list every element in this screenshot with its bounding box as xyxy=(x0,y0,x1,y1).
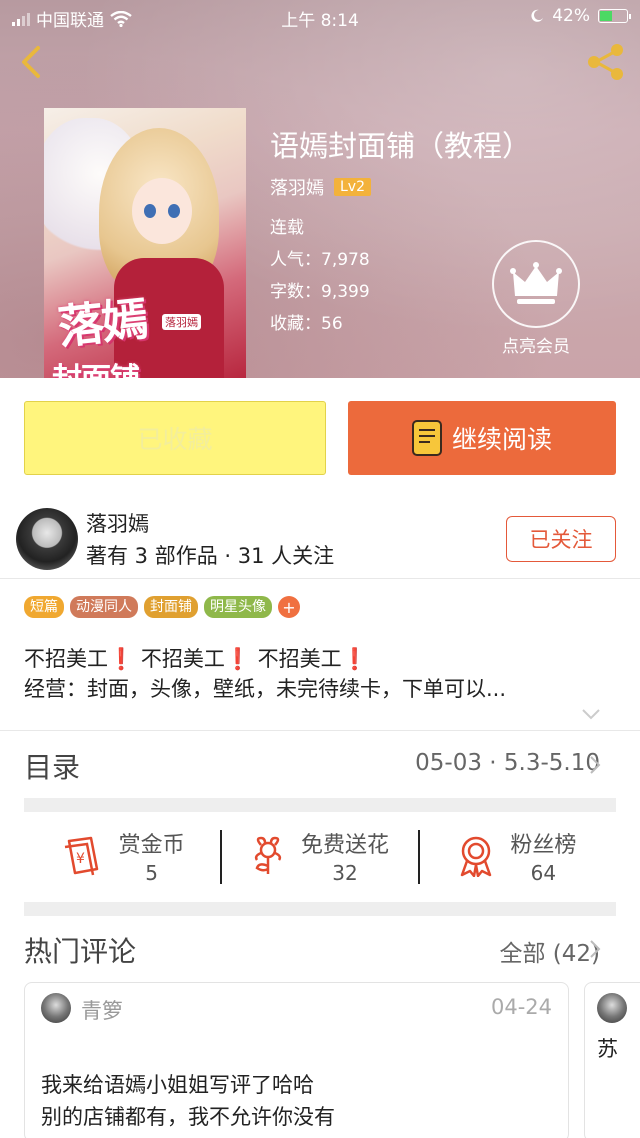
book-description[interactable]: 不招美工❗ 不招美工❗ 不招美工❗ 经营：封面，头像，壁纸，未完待续卡，下单可以… xyxy=(24,644,616,704)
status-bar: 中国联通 上午 8:14 42% xyxy=(0,0,640,34)
divider xyxy=(0,578,640,579)
divider xyxy=(220,830,222,884)
book-status: 连载 xyxy=(270,218,304,238)
book-title: 语嫣封面铺（教程） xyxy=(270,129,532,163)
action-count: 64 xyxy=(530,861,557,885)
all-comments-link[interactable]: 全部 (42) xyxy=(499,934,600,968)
share-icon[interactable] xyxy=(584,40,628,84)
member-label: 点亮会员 xyxy=(502,337,570,357)
avatar[interactable] xyxy=(597,993,627,1023)
continue-reading-label: 继续阅读 xyxy=(451,425,552,454)
comment-text: 我来给语嫣小姐姐写评了哈哈 别的店铺都有，我不允许你没有 xyxy=(41,1073,335,1129)
comment-user[interactable]: 青箩 xyxy=(81,995,123,1025)
tag-item[interactable]: 封面铺 xyxy=(144,596,198,618)
add-tag-button[interactable]: + xyxy=(278,596,300,618)
reward-coin-button[interactable]: ¥ 赏金币 5 xyxy=(24,826,221,886)
back-icon[interactable] xyxy=(14,44,50,80)
comment-date: 04-24 xyxy=(490,995,552,1019)
continue-reading-button[interactable]: 继续阅读 xyxy=(348,401,616,475)
toc-latest-chapter[interactable]: 05-03 · 5.3-5.10 xyxy=(415,750,600,776)
comment-card[interactable]: 苏 xyxy=(584,982,640,1138)
medal-icon xyxy=(461,836,492,877)
cover-title-bottom: 封面铺 xyxy=(52,354,140,378)
description-line-1: 不招美工❗ 不招美工❗ 不招美工❗ xyxy=(24,647,368,671)
favorited-button[interactable]: 已收藏 xyxy=(24,401,326,475)
cover-title-top: 落嫣 xyxy=(55,291,149,355)
author-name[interactable]: 落羽嫣 xyxy=(86,508,149,538)
svg-text:¥: ¥ xyxy=(76,851,85,867)
coin-red-envelope-icon: ¥ xyxy=(64,836,98,876)
author-summary: 著有 3 部作品 · 31 人关注 xyxy=(86,544,335,568)
book-cover[interactable]: 落嫣 落羽嫣 封面铺 xyxy=(44,108,246,378)
avatar[interactable] xyxy=(16,508,78,570)
flower-icon xyxy=(254,836,282,874)
follow-button[interactable]: 已关注 xyxy=(506,516,616,562)
fan-ranking-button[interactable]: 粉丝榜 64 xyxy=(419,826,616,886)
avatar[interactable] xyxy=(41,993,71,1023)
tag-item[interactable]: 明星头像 xyxy=(204,596,272,618)
chevron-down-icon[interactable] xyxy=(580,706,602,722)
action-label: 免费送花 xyxy=(300,833,389,858)
battery-icon xyxy=(598,9,631,23)
divider xyxy=(0,730,640,731)
chevron-right-icon[interactable] xyxy=(588,938,602,960)
chevron-right-icon[interactable] xyxy=(588,754,602,776)
action-label: 赏金币 xyxy=(118,833,185,858)
send-flower-button[interactable]: 免费送花 32 xyxy=(221,826,418,886)
moon-icon xyxy=(531,9,544,22)
crown-icon xyxy=(510,262,562,304)
book-author[interactable]: 落羽嫣 xyxy=(270,174,324,200)
hot-comments-title: 热门评论 xyxy=(24,935,137,968)
popularity-stat: 人气：7,978 xyxy=(270,250,370,270)
level-badge: Lv2 xyxy=(334,178,371,196)
section-gap xyxy=(24,902,616,916)
action-count: 32 xyxy=(332,861,358,885)
book-icon xyxy=(411,420,442,456)
action-count: 5 xyxy=(145,861,159,885)
comment-card[interactable]: 青箩 04-24 我来给语嫣小姐姐写评了哈哈 别的店铺都有，我不允许你没有 xyxy=(24,982,569,1138)
tag-item[interactable]: 动漫同人 xyxy=(70,596,138,618)
tag-item[interactable]: 短篇 xyxy=(24,596,64,618)
divider xyxy=(418,830,420,884)
book-info: 语嫣封面铺（教程） 落羽嫣 Lv2 连载 人气：7,978 字数：9,399 收… xyxy=(270,126,531,340)
tag-list: 短篇 动漫同人 封面铺 明星头像 + xyxy=(24,596,300,618)
toc-title[interactable]: 目录 xyxy=(24,746,80,786)
cover-author: 落羽嫣 xyxy=(162,314,201,330)
action-bar: ¥ 赏金币 5 免费送花 32 粉丝榜 64 xyxy=(24,826,616,886)
description-line-2: 经营：封面，头像，壁纸，未完待续卡，下单可以... xyxy=(24,677,507,701)
battery-percent: 42% xyxy=(552,6,590,26)
member-button[interactable] xyxy=(492,240,580,328)
comment-text: 苏 xyxy=(597,1037,618,1061)
section-gap xyxy=(24,798,616,812)
action-label: 粉丝榜 xyxy=(510,833,577,858)
